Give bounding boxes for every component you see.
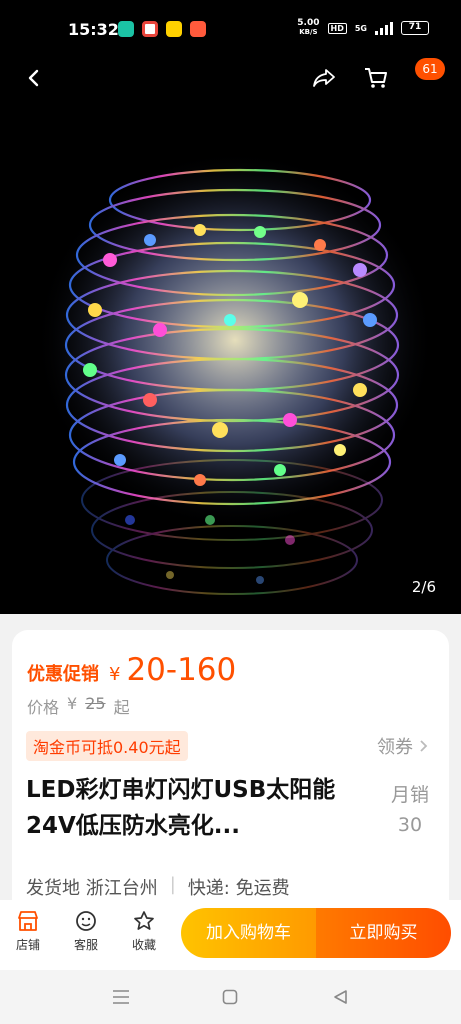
map-app-icon: [142, 21, 158, 37]
add-to-cart-button[interactable]: 加入购物车: [181, 908, 316, 958]
buy-now-button[interactable]: 立即购买: [316, 908, 451, 958]
shipping-info[interactable]: 发货地 浙江台州 | 快递: 免运费: [26, 874, 290, 900]
ship-from: 发货地 浙江台州: [26, 878, 158, 899]
promo-price: 20-160: [126, 652, 237, 688]
delivery-fee: 快递: 免运费: [187, 878, 290, 899]
signal-icon: [375, 21, 393, 35]
status-indicators: 5.00 KB/S HD 5G 71: [297, 19, 429, 37]
status-time: 15:32: [68, 20, 119, 39]
monthly-sales-label: 月销: [390, 784, 429, 806]
ship-divider: |: [169, 874, 176, 895]
shop-button[interactable]: 店铺: [8, 910, 48, 953]
shop-label: 店铺: [15, 938, 40, 952]
monthly-sales-value: 30: [397, 814, 423, 836]
status-bar: 15:32 5.00 KB/S HD 5G 71: [0, 0, 461, 58]
original-price-row: 价格 ¥ 25 起: [27, 694, 130, 718]
meituan-app-icon: [166, 21, 182, 37]
star-icon: [134, 911, 154, 930]
network-type: 5G: [354, 23, 367, 33]
back-triangle-icon[interactable]: [329, 986, 351, 1008]
monthly-sales: 月销 30: [385, 780, 435, 840]
coupon-label: 领券: [377, 737, 413, 758]
menu-icon[interactable]: [110, 986, 132, 1008]
service-label: 客服: [73, 938, 98, 952]
currency-symbol: ¥: [109, 664, 121, 685]
chevron-right-icon: [420, 740, 428, 752]
top-navigation: 61: [0, 58, 461, 98]
original-price-label: 价格: [27, 698, 60, 717]
shopping-cart-icon[interactable]: [362, 64, 390, 92]
product-title: LED彩灯串灯闪灯USB太阳能24V低压防水亮化...: [26, 777, 336, 839]
back-icon[interactable]: [20, 64, 48, 92]
notification-icons: [118, 21, 206, 37]
network-speed: 5.00 KB/S: [297, 18, 320, 37]
home-icon[interactable]: [219, 986, 241, 1008]
shop-app-icon: [190, 21, 206, 37]
system-navigation-bar: [0, 970, 461, 1024]
share-icon[interactable]: [310, 64, 338, 92]
bottom-action-bar: 店铺 客服 收藏 加入购物车 立即购买: [0, 900, 461, 970]
image-counter: 2/6: [411, 578, 436, 596]
home-app-icon: [118, 21, 134, 37]
taobao-coin-tag[interactable]: 淘金币可抵0.40元起: [26, 731, 188, 761]
product-info-card: 优惠促销 ¥ 20-160 价格 ¥ 25 起 淘金币可抵0.40元起 领券 L…: [12, 630, 449, 920]
promo-price-row: 优惠促销 ¥ 20-160: [27, 652, 236, 688]
cart-count-badge[interactable]: 61: [415, 58, 445, 80]
battery-icon: 71: [401, 21, 429, 35]
shop-icon: [18, 911, 38, 931]
customer-service-button[interactable]: 客服: [66, 910, 106, 953]
chat-face-icon: [76, 911, 96, 931]
original-price: 25: [85, 694, 106, 713]
favorite-button[interactable]: 收藏: [124, 910, 164, 953]
promo-label: 优惠促销: [27, 664, 99, 685]
hd-badge: HD: [327, 22, 347, 34]
original-price-suffix: 起: [113, 698, 130, 717]
get-coupon-button[interactable]: 领券: [377, 733, 429, 759]
favorite-label: 收藏: [131, 938, 156, 952]
original-currency: ¥: [67, 694, 78, 713]
